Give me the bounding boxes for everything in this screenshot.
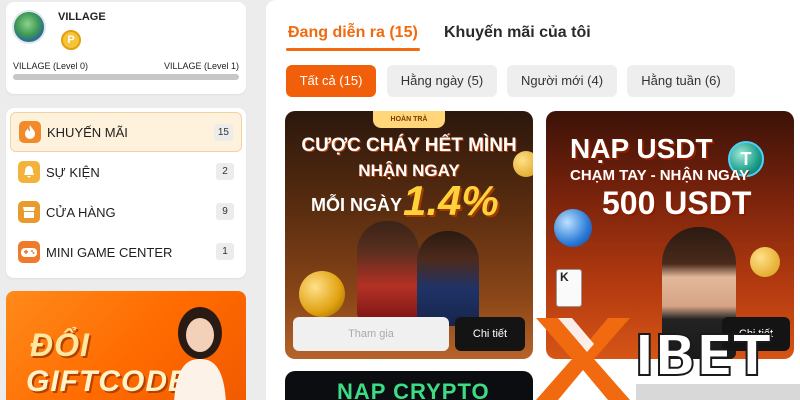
- card1-percent: 1.4%: [403, 177, 499, 224]
- tab-dang-dien-ra[interactable]: Đang diễn ra (15): [288, 24, 418, 42]
- join-button[interactable]: Tham gia: [293, 317, 449, 351]
- bell-icon: [18, 161, 40, 183]
- menu-item-khuyen-mai[interactable]: KHUYẾN MÃI 15: [10, 112, 242, 152]
- ibet-logo-icon: [536, 318, 630, 400]
- giftcode-line2: GIFTCODE: [26, 365, 189, 398]
- card1-daily-label: MỖI NGÀY: [311, 195, 403, 215]
- menu-item-count: 1: [216, 243, 234, 260]
- sidebar: VILLAGE P VILLAGE (Level 0) VILLAGE (Lev…: [0, 0, 252, 400]
- menu-item-count: 9: [216, 203, 234, 220]
- filter-new-user[interactable]: Người mới (4): [507, 65, 617, 97]
- profile-card: VILLAGE P VILLAGE (Level 0) VILLAGE (Lev…: [6, 2, 246, 94]
- menu-item-su-kien[interactable]: SỰ KIỆN 2: [10, 152, 242, 192]
- level-next-label: VILLAGE (Level 1): [163, 61, 239, 71]
- coin-icon: [750, 247, 780, 277]
- menu-item-label: CỬA HÀNG: [46, 204, 116, 220]
- card2-subheadline: CHẠM TAY - NHẬN NGAY: [570, 167, 750, 184]
- woman-image: [174, 307, 226, 400]
- giftcode-banner[interactable]: ĐỔI GIFTCODE: [6, 291, 246, 400]
- card2-amount: 500 USDT: [602, 185, 752, 221]
- playing-card-icon: K: [556, 269, 582, 307]
- fire-icon: [19, 121, 41, 143]
- village-name: VILLAGE: [58, 11, 106, 23]
- card2-headline: NẠP USDT: [570, 133, 713, 164]
- filter-daily[interactable]: Hằng ngày (5): [387, 65, 497, 97]
- level-progress-bar: [13, 74, 239, 80]
- filter-weekly[interactable]: Hằng tuần (6): [627, 65, 735, 97]
- promo-card-cashback[interactable]: HOÀN TRẢ CƯỢC CHÁY HẾT MÌNH NHẬN NGAY MỖ…: [285, 111, 533, 359]
- menu-item-label: SỰ KIỆN: [46, 164, 100, 180]
- promo-card-crypto[interactable]: NẠP CRYPTO: [285, 371, 533, 400]
- coin-icon: P: [61, 30, 81, 50]
- tab-underline: [286, 48, 420, 51]
- menu-item-count: 2: [216, 163, 234, 180]
- menu-item-cua-hang[interactable]: CỬA HÀNG 9: [10, 192, 242, 232]
- coin-icon: [554, 209, 592, 247]
- football-icon: [299, 271, 345, 317]
- detail-button[interactable]: Chi tiết: [455, 317, 525, 351]
- ibet-watermark: IBET: [536, 318, 800, 400]
- giftcode-line1: ĐỔI: [30, 327, 90, 363]
- menu-item-label: KHUYẾN MÃI: [47, 124, 128, 140]
- player-image: [417, 231, 479, 326]
- store-icon: [18, 201, 40, 223]
- card1-headline: CƯỢC CHÁY HẾT MÌNH: [301, 135, 517, 156]
- promo-menu: KHUYẾN MÃI 15 SỰ KIỆN 2 CỬA HÀNG 9 MINI …: [6, 108, 246, 278]
- avatar[interactable]: [12, 10, 46, 44]
- cashback-badge: HOÀN TRẢ: [373, 111, 445, 128]
- menu-item-label: MINI GAME CENTER: [46, 244, 173, 260]
- card3-headline: NẠP CRYPTO: [337, 379, 490, 400]
- player-image: [357, 221, 419, 321]
- filter-all[interactable]: Tất cả (15): [286, 65, 376, 97]
- gamepad-icon: [18, 241, 40, 263]
- menu-item-count: 15: [213, 124, 233, 141]
- tab-khuyen-mai-cua-toi[interactable]: Khuyến mãi của tôi: [444, 24, 591, 42]
- level-current-label: VILLAGE (Level 0): [13, 61, 89, 71]
- menu-item-mini-game-center[interactable]: MINI GAME CENTER 1: [10, 232, 242, 272]
- coin-icon: [513, 151, 533, 177]
- ibet-logo-text: IBET: [633, 323, 772, 390]
